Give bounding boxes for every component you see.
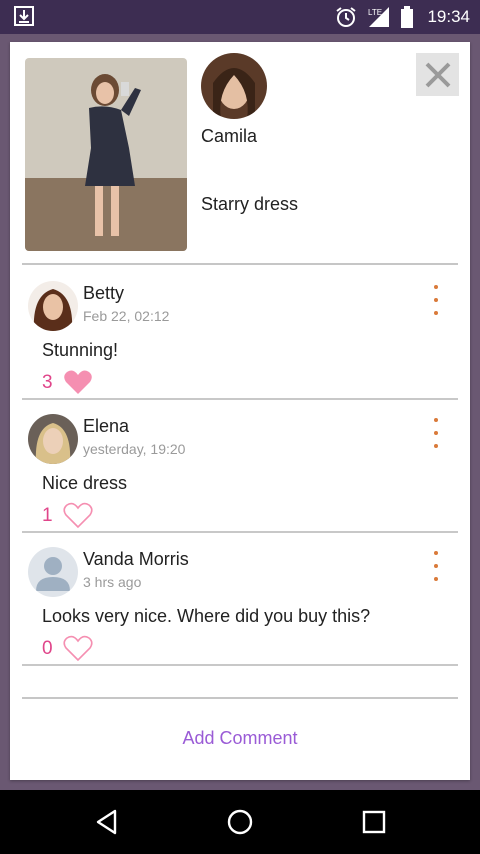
owner-avatar[interactable]	[201, 53, 267, 119]
more-options-button[interactable]	[428, 285, 444, 315]
comment-author[interactable]: Vanda Morris	[83, 549, 189, 570]
comment-item: Betty Feb 22, 02:12 Stunning! 3	[22, 267, 458, 400]
add-comment-button[interactable]: Add Comment	[10, 728, 470, 749]
recents-icon[interactable]	[360, 808, 388, 836]
like-count: 0	[42, 638, 53, 659]
post-photo	[25, 58, 187, 251]
comments-dialog: Camila Starry dress Betty Feb 22, 02:12 …	[10, 42, 470, 780]
comment-item: Elena yesterday, 19:20 Nice dress 1	[22, 400, 458, 533]
more-options-button[interactable]	[428, 418, 444, 448]
more-vert-icon	[434, 551, 438, 555]
comment-author[interactable]: Elena	[83, 416, 129, 437]
avatar[interactable]	[28, 281, 78, 331]
like-count: 3	[42, 372, 53, 393]
signal-icon: LTE	[368, 7, 390, 27]
status-time: 19:34	[427, 7, 470, 26]
status-icons: LTE 19:34	[335, 0, 470, 34]
like-count: 1	[42, 505, 53, 526]
owner-name[interactable]: Camila	[201, 126, 257, 147]
home-icon[interactable]	[226, 808, 254, 836]
comment-text: Nice dress	[42, 473, 128, 493]
comment-text: Looks very nice. Where did you buy this?	[42, 606, 371, 626]
avatar[interactable]	[28, 414, 78, 464]
comment-timestamp: yesterday, 19:20	[83, 441, 186, 457]
comment-timestamp: Feb 22, 02:12	[83, 308, 170, 324]
footer-divider	[22, 697, 458, 699]
alarm-icon	[336, 7, 357, 27]
close-button[interactable]	[416, 53, 459, 96]
heart-filled-icon[interactable]	[63, 368, 93, 396]
status-bar: LTE 19:34	[0, 0, 480, 34]
network-type: LTE	[368, 8, 382, 17]
header-divider	[22, 263, 458, 265]
more-vert-icon	[434, 285, 438, 289]
heart-outline-icon[interactable]	[63, 634, 93, 662]
heart-outline-icon[interactable]	[63, 501, 93, 529]
more-options-button[interactable]	[428, 551, 444, 581]
battery-icon	[401, 6, 414, 28]
comment-text: Stunning!	[42, 340, 119, 360]
back-icon[interactable]	[93, 808, 121, 836]
navigation-bar	[0, 790, 480, 854]
download-icon	[14, 6, 34, 26]
avatar[interactable]	[28, 547, 78, 597]
comment-timestamp: 3 hrs ago	[83, 574, 142, 590]
close-icon	[425, 62, 450, 87]
more-vert-icon	[434, 418, 438, 422]
comment-item: Vanda Morris 3 hrs ago Looks very nice. …	[22, 533, 458, 666]
post-caption: Starry dress	[201, 194, 299, 214]
comment-author[interactable]: Betty	[83, 283, 124, 304]
